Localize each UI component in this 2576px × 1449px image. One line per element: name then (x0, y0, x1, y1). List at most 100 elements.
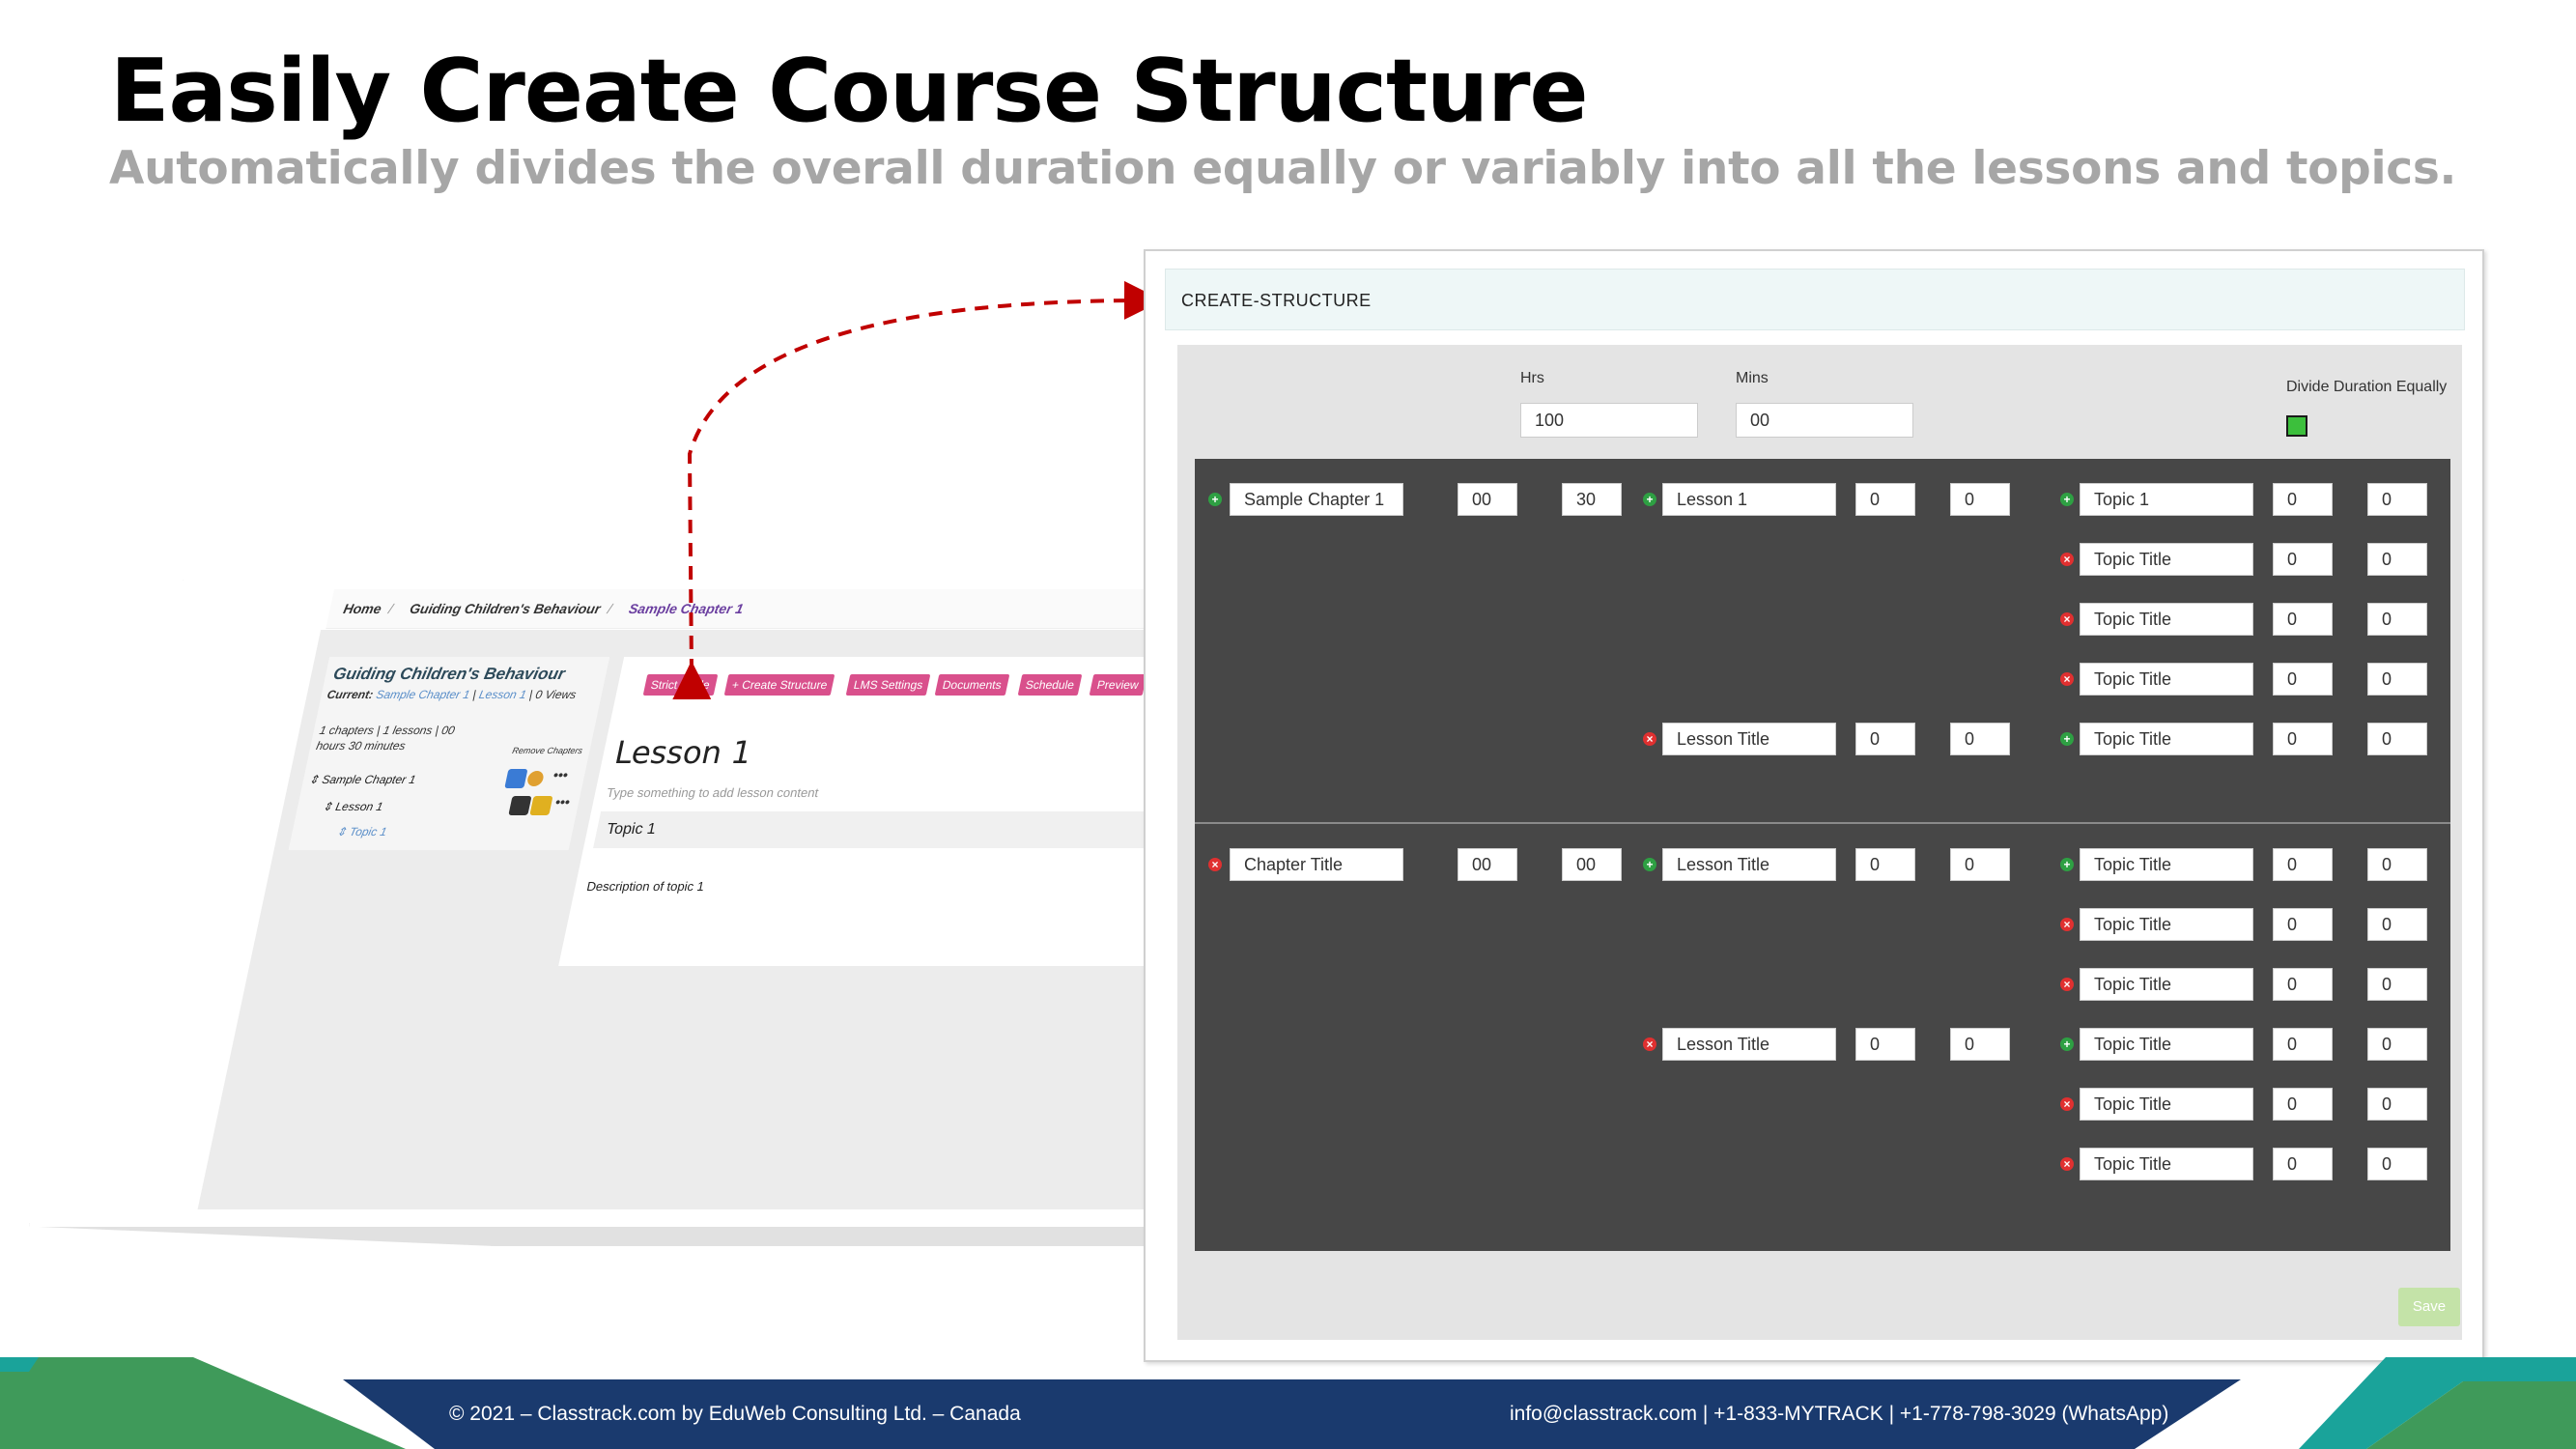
lms-settings-button[interactable]: LMS Settings (845, 674, 931, 696)
topic-title-input[interactable]: Topic Title (2080, 603, 2253, 636)
topic-mins-input[interactable]: 0 (2367, 1148, 2427, 1180)
tree-lesson[interactable]: ⇕ Lesson 1 (322, 800, 384, 813)
topic-title-input[interactable]: Topic Title (2080, 848, 2253, 881)
current-chapter-link[interactable]: Sample Chapter 1 (375, 688, 471, 701)
current-location: Current: Sample Chapter 1 | Lesson 1 | 0… (326, 688, 578, 701)
topic-title-input[interactable]: Topic Title (2080, 1148, 2253, 1180)
chapter-mins-input[interactable]: 30 (1562, 483, 1622, 516)
topic-hrs-input[interactable]: 0 (2273, 483, 2333, 516)
topic-hrs-input[interactable]: 0 (2273, 1028, 2333, 1061)
total-hrs-input[interactable]: 100 (1520, 403, 1698, 438)
current-lesson-link[interactable]: Lesson 1 (478, 688, 528, 701)
add-icon[interactable]: + (1643, 493, 1656, 506)
remove-chapters-link[interactable]: Remove Chapters (511, 746, 583, 755)
lesson-heading[interactable]: Lesson 1 (611, 734, 755, 771)
lesson-mins-input[interactable]: 0 (1950, 1028, 2010, 1061)
gear-icon[interactable] (508, 796, 532, 815)
more-icon[interactable]: ••• (552, 767, 570, 782)
remove-icon[interactable]: × (2060, 1157, 2074, 1171)
lesson-mins-input[interactable]: 0 (1950, 483, 2010, 516)
breadcrumb-chapter[interactable]: Sample Chapter 1 (628, 601, 746, 616)
tree-chapter[interactable]: ⇕ Sample Chapter 1 (308, 773, 417, 786)
topic-mins-input[interactable]: 0 (2367, 1088, 2427, 1121)
topic-title-input[interactable]: Topic Title (2080, 908, 2253, 941)
lesson-mins-input[interactable]: 0 (1950, 848, 2010, 881)
remove-icon[interactable]: × (1643, 1037, 1656, 1051)
lesson-hrs-input[interactable]: 0 (1855, 848, 1915, 881)
remove-icon[interactable]: × (2060, 978, 2074, 991)
lesson-title-input[interactable]: Lesson 1 (1662, 483, 1836, 516)
lesson-mins-input[interactable]: 0 (1950, 723, 2010, 755)
remove-icon[interactable]: × (2060, 1097, 2074, 1111)
palette-icon[interactable] (525, 771, 546, 786)
topic-mins-input[interactable]: 0 (2367, 543, 2427, 576)
add-icon[interactable]: + (2060, 858, 2074, 871)
topic-title-input[interactable]: Topic Title (2080, 968, 2253, 1001)
remove-icon[interactable]: × (2060, 672, 2074, 686)
screenshot-frame: Home / Guiding Children's Behaviour / Samp… (29, 580, 1169, 1227)
lesson-title-input[interactable]: Lesson Title (1662, 848, 1836, 881)
tree-chapter-label: Sample Chapter 1 (321, 773, 417, 786)
save-button[interactable]: Save (2398, 1288, 2460, 1326)
topic-title-input[interactable]: Topic Title (2080, 663, 2253, 696)
remove-icon[interactable]: × (2060, 612, 2074, 626)
divide-duration-checkbox[interactable] (2286, 415, 2307, 437)
tree-topic[interactable]: ⇕ Topic 1 (335, 825, 388, 838)
documents-button[interactable]: Documents (934, 674, 1010, 696)
remove-icon[interactable]: × (1643, 732, 1656, 746)
topic-hrs-input[interactable]: 0 (2273, 663, 2333, 696)
schedule-button[interactable]: Schedule (1017, 674, 1083, 696)
topic-title-input[interactable]: Topic Title (2080, 723, 2253, 755)
breadcrumb-course[interactable]: Guiding Children's Behaviour (409, 601, 602, 616)
add-icon[interactable]: + (1643, 858, 1656, 871)
settings-icon[interactable] (504, 769, 528, 788)
topic-title-input[interactable]: Topic Title (2080, 543, 2253, 576)
lesson-content-placeholder[interactable]: Type something to add lesson content (606, 785, 820, 800)
edit-icon[interactable] (529, 796, 553, 815)
topic-mins-input[interactable]: 0 (2367, 1028, 2427, 1061)
chapter-hrs-input[interactable]: 00 (1458, 848, 1517, 881)
lesson-hrs-input[interactable]: 0 (1855, 1028, 1915, 1061)
topic-hrs-input[interactable]: 0 (2273, 908, 2333, 941)
topic-mins-input[interactable]: 0 (2367, 908, 2427, 941)
chapter-title-input[interactable]: Sample Chapter 1 (1230, 483, 1403, 516)
create-structure-button[interactable]: + Create Structure (723, 674, 835, 696)
topic-hrs-input[interactable]: 0 (2273, 723, 2333, 755)
total-mins-input[interactable]: 00 (1736, 403, 1913, 438)
topic-title-input[interactable]: Topic 1 (2080, 483, 2253, 516)
lesson-hrs-input[interactable]: 0 (1855, 483, 1915, 516)
chapter-hrs-input[interactable]: 00 (1458, 483, 1517, 516)
lesson-title-input[interactable]: Lesson Title (1662, 723, 1836, 755)
topic-hrs-input[interactable]: 0 (2273, 848, 2333, 881)
topic-title-input[interactable]: Topic Title (2080, 1088, 2253, 1121)
hrs-label: Hrs (1520, 370, 1544, 386)
more-icon[interactable]: ••• (554, 794, 572, 810)
add-icon[interactable]: + (2060, 1037, 2074, 1051)
topic-hrs-input[interactable]: 0 (2273, 603, 2333, 636)
add-icon[interactable]: + (2060, 493, 2074, 506)
preview-button[interactable]: Preview (1089, 674, 1147, 696)
topic-mins-input[interactable]: 0 (2367, 723, 2427, 755)
topic-mins-input[interactable]: 0 (2367, 663, 2427, 696)
chapter-title-input[interactable]: Chapter Title (1230, 848, 1403, 881)
topic-mins-input[interactable]: 0 (2367, 483, 2427, 516)
remove-icon[interactable]: × (2060, 918, 2074, 931)
footer-green-left (0, 1357, 406, 1449)
breadcrumb-home[interactable]: Home (342, 601, 382, 616)
remove-icon[interactable]: × (2060, 553, 2074, 566)
remove-icon[interactable]: × (1208, 858, 1222, 871)
lesson-title-input[interactable]: Lesson Title (1662, 1028, 1836, 1061)
chapter-mins-input[interactable]: 00 (1562, 848, 1622, 881)
add-icon[interactable]: + (1208, 493, 1222, 506)
topic-hrs-input[interactable]: 0 (2273, 543, 2333, 576)
topic-mins-input[interactable]: 0 (2367, 968, 2427, 1001)
topic-title-input[interactable]: Topic Title (2080, 1028, 2253, 1061)
add-icon[interactable]: + (2060, 732, 2074, 746)
topic-hrs-input[interactable]: 0 (2273, 968, 2333, 1001)
topic-mins-input[interactable]: 0 (2367, 848, 2427, 881)
topic-hrs-input[interactable]: 0 (2273, 1088, 2333, 1121)
strict-mode-button[interactable]: Strict Mode (642, 674, 719, 696)
lesson-hrs-input[interactable]: 0 (1855, 723, 1915, 755)
topic-hrs-input[interactable]: 0 (2273, 1148, 2333, 1180)
topic-mins-input[interactable]: 0 (2367, 603, 2427, 636)
